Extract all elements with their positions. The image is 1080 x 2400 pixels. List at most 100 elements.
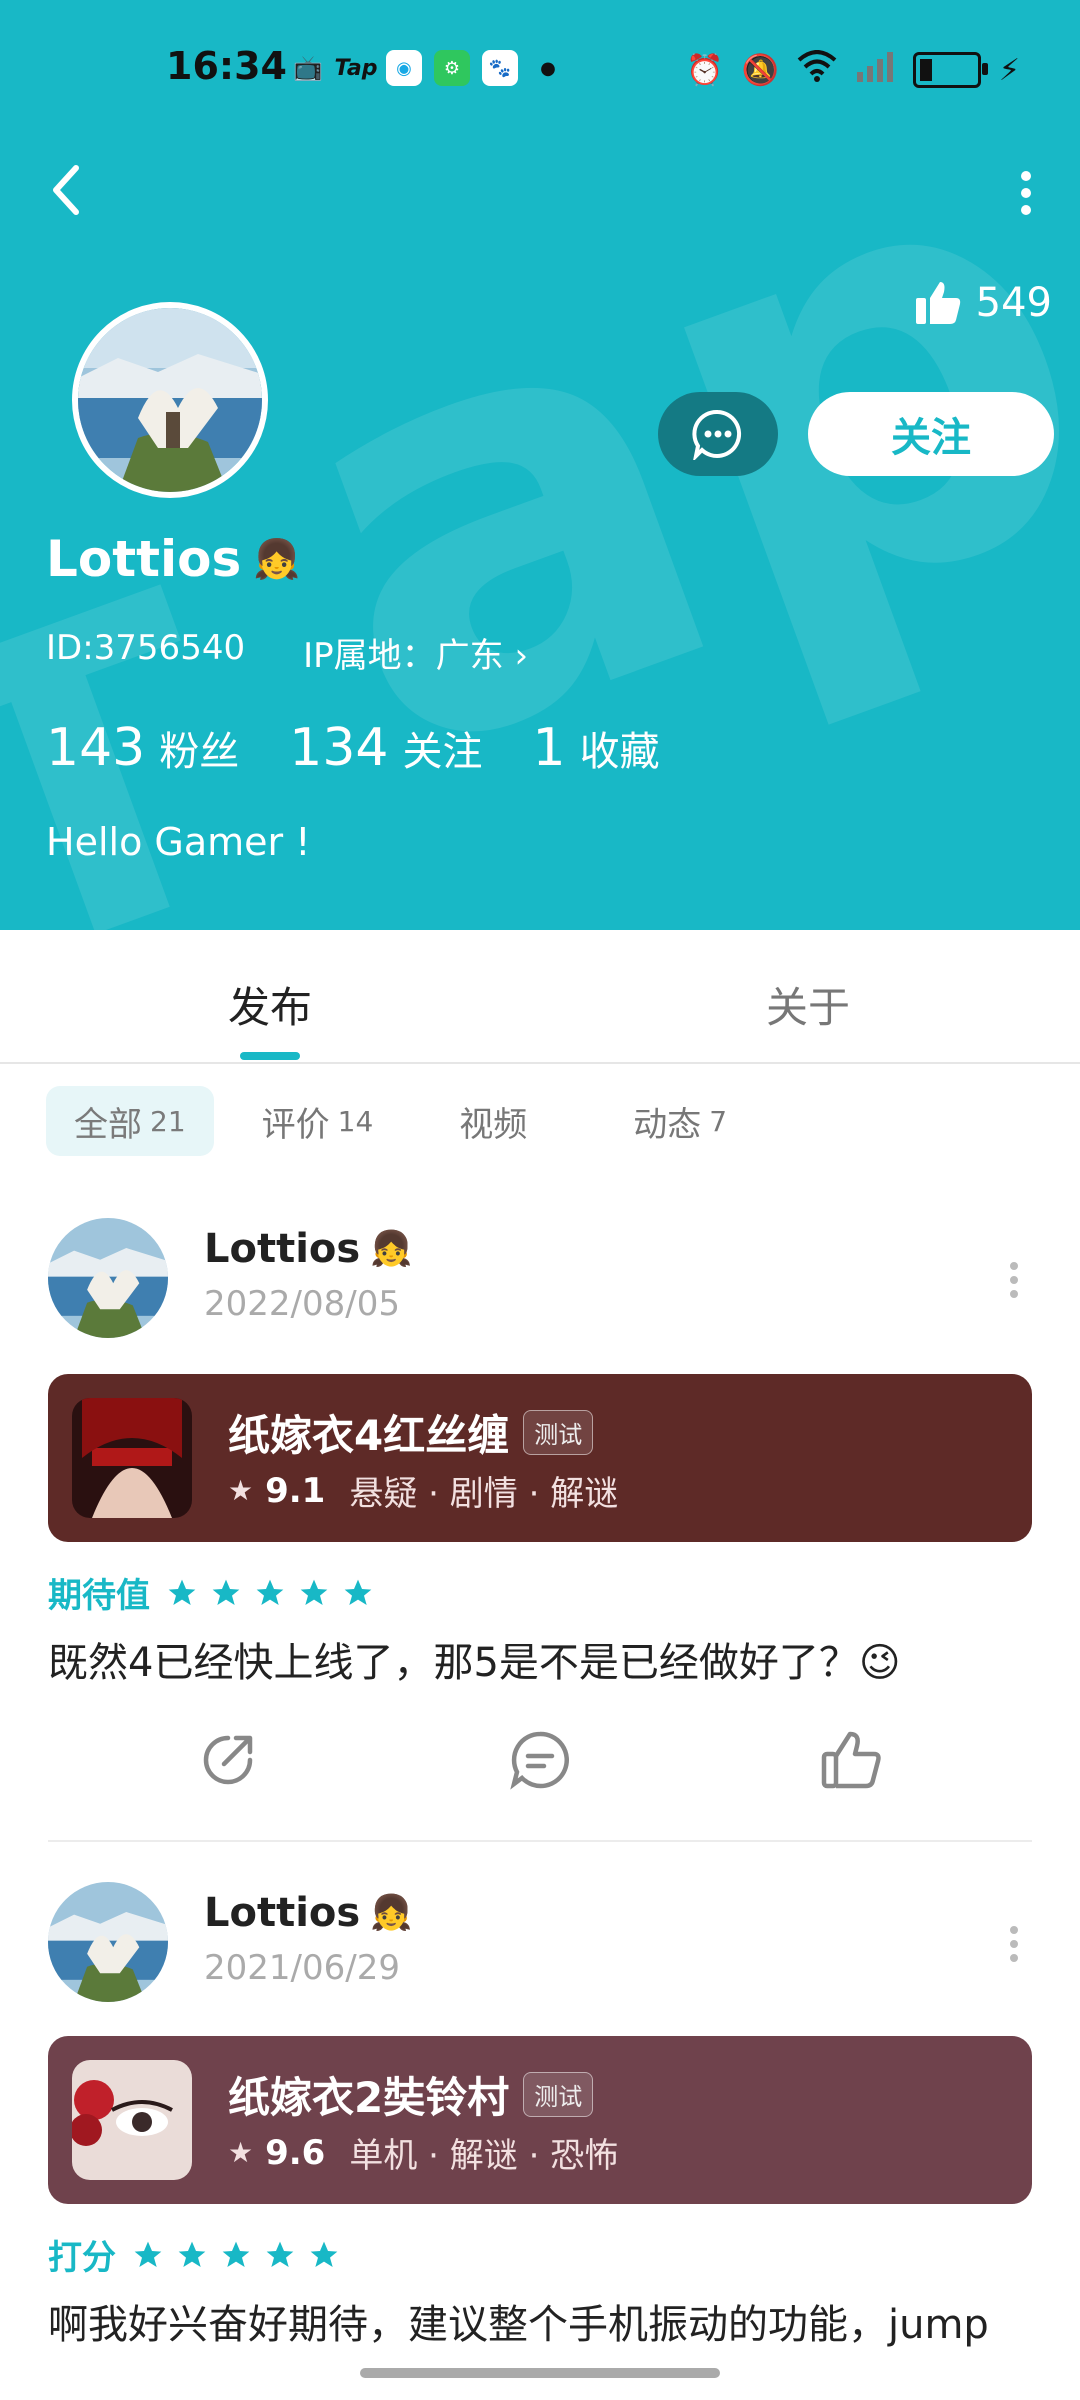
alarm-icon: ⏰ [686, 52, 724, 88]
battery-icon [912, 52, 988, 88]
star-icon [134, 2241, 162, 2267]
filter-reviews[interactable]: 评价 14 [234, 1086, 402, 1156]
divider [48, 1840, 1032, 1842]
game-tag: 测试 [523, 2072, 594, 2117]
home-indicator[interactable] [360, 2368, 720, 2378]
share-icon[interactable] [196, 1728, 260, 1792]
post-text: 啊我好兴奋好期待，建议整个手机振动的功能，jump [48, 2302, 989, 2348]
followers-count: 143 [46, 718, 146, 778]
mute-icon: 🔕 [741, 52, 779, 88]
avatar-badge-icon: 👧 [370, 1893, 413, 1933]
star-icon [222, 2241, 250, 2267]
filter-label: 评价 [261, 1104, 330, 1145]
browser-icon: ◉ [386, 50, 422, 86]
comment-icon[interactable] [508, 1728, 572, 1792]
game-card[interactable]: 纸嫁衣2奘铃村 测试 ★ 9.6 单机 · 解谜 · 恐怖 [48, 2036, 1032, 2204]
status-system-icons: ⏰ 🔕 ⚡ [686, 50, 1020, 90]
post-date: 2022/08/05 [204, 1284, 400, 1324]
avatar[interactable] [48, 1218, 168, 1338]
likes-count: 549 [975, 280, 1052, 326]
favorites-count: 1 [532, 718, 566, 778]
star-icon [310, 2241, 338, 2267]
post-author: Lottios 👧 [204, 1890, 413, 1936]
android-icon: ⚙ [434, 50, 470, 86]
filter-all[interactable]: 全部 21 [46, 1086, 214, 1156]
user-id: ID:3756540 [46, 628, 246, 668]
likes-counter: 549 [914, 280, 1052, 326]
game-title-text: 纸嫁衣4红丝缠 [228, 1411, 510, 1460]
favorites-label: 收藏 [579, 729, 660, 775]
rating-label: 期待值 [48, 1576, 150, 1616]
game-title: 纸嫁衣2奘铃村 测试 [228, 2064, 594, 2125]
avatar[interactable] [72, 302, 268, 498]
game-icon [72, 2060, 192, 2180]
profile-username: Lottios 👧 [46, 530, 301, 588]
message-button[interactable] [658, 392, 778, 476]
dot-icon: ● [540, 57, 556, 79]
post-author: Lottios 👧 [204, 1226, 413, 1272]
chevron-right-icon: › [514, 636, 529, 676]
more-vertical-icon[interactable] [1008, 1260, 1020, 1300]
status-time: 16:34 [166, 44, 287, 88]
game-title-text: 纸嫁衣2奘铃村 [228, 2073, 510, 2122]
avatar-badge-icon: 👧 [253, 536, 301, 581]
profile-stats: 143 粉丝 134 关注 1 收藏 [46, 718, 660, 778]
star-icon [168, 1579, 196, 1605]
thumbs-up-icon [915, 282, 960, 324]
profile-tabs: 发布 关于 [0, 930, 1080, 1064]
signal-icon [855, 50, 895, 90]
tab-posts[interactable]: 发布 [228, 974, 312, 1035]
filter-label: 动态 [633, 1104, 702, 1145]
star-icon [212, 1579, 240, 1605]
star-icon [256, 1579, 284, 1605]
profile-bio: Hello Gamer ! [46, 820, 311, 864]
game-genres: 悬疑 · 剧情 · 解谜 [349, 1474, 619, 1514]
filter-label: 全部 [74, 1104, 142, 1145]
filter-label: 视频 [459, 1104, 528, 1145]
follow-button[interactable]: 关注 [808, 392, 1054, 476]
wifi-icon [797, 50, 837, 90]
more-vertical-icon[interactable] [1008, 1924, 1020, 1964]
profile-id-line: ID:3756540 IP属地：广东 › [46, 628, 528, 677]
status-app-icons: 📺 Tap ◉ ⚙ 🐾 ● [290, 50, 566, 86]
avatar[interactable] [48, 1882, 168, 2002]
star-icon: ★ [228, 1474, 254, 1507]
ip-location[interactable]: IP属地：广东 › [303, 628, 528, 677]
game-genres: 单机 · 解谜 · 恐怖 [349, 2136, 619, 2176]
filter-chips: 全部 21 评价 14 视频 动态 7 [46, 1086, 755, 1156]
star-icon: ★ [228, 2136, 254, 2169]
like-icon[interactable] [820, 1728, 884, 1792]
star-icon [344, 1579, 372, 1605]
baidu-icon: 🐾 [482, 50, 518, 86]
star-icon [300, 1579, 328, 1605]
game-card[interactable]: 纸嫁衣4红丝缠 测试 ★ 9.1 悬疑 · 剧情 · 解谜 [48, 1374, 1032, 1542]
game-meta: ★ 9.6 单机 · 解谜 · 恐怖 [228, 2128, 618, 2177]
rating-label: 打分 [48, 2238, 116, 2278]
ip-location-text: IP属地：广东 [303, 636, 504, 676]
filter-count: 7 [709, 1104, 728, 1138]
tab-indicator [240, 1052, 300, 1060]
filter-moments[interactable]: 动态 7 [605, 1086, 755, 1156]
tap-icon: Tap [334, 55, 378, 81]
stat-followers[interactable]: 143 粉丝 [46, 718, 239, 778]
charging-icon: ⚡ [998, 52, 1020, 88]
game-tag: 测试 [523, 1410, 594, 1455]
profile-header: T ap 16:34 📺 Tap ◉ ⚙ 🐾 ● ⏰ 🔕 ⚡ 549 关注 Lo… [0, 0, 1080, 930]
game-title: 纸嫁衣4红丝缠 测试 [228, 1402, 594, 1463]
post-card: Lottios 👧 2021/06/29 纸嫁衣2奘铃村 测试 ★ 9.6 单机 ·… [0, 1874, 1080, 2354]
game-meta: ★ 9.1 悬疑 · 剧情 · 解谜 [228, 1466, 618, 1515]
filter-count: 14 [337, 1104, 374, 1138]
more-vertical-icon[interactable] [1016, 168, 1036, 218]
filter-count: 21 [150, 1104, 186, 1138]
post-date: 2021/06/29 [204, 1948, 400, 1988]
tab-about[interactable]: 关于 [766, 974, 850, 1035]
stat-favorites[interactable]: 1 收藏 [533, 718, 660, 778]
filter-videos[interactable]: 视频 [431, 1086, 555, 1156]
post-text: 既然4已经快上线了，那5是不是已经做好了？😉 [48, 1640, 901, 1686]
following-label: 关注 [402, 729, 483, 775]
back-arrow-icon[interactable] [46, 160, 86, 220]
post-card: Lottios 👧 2022/08/05 纸嫁衣4红丝缠 测试 ★ 9.1 悬疑 ·… [0, 1210, 1080, 1850]
game-icon [72, 1398, 192, 1518]
star-icon [178, 2241, 206, 2267]
stat-following[interactable]: 134 关注 [289, 718, 482, 778]
